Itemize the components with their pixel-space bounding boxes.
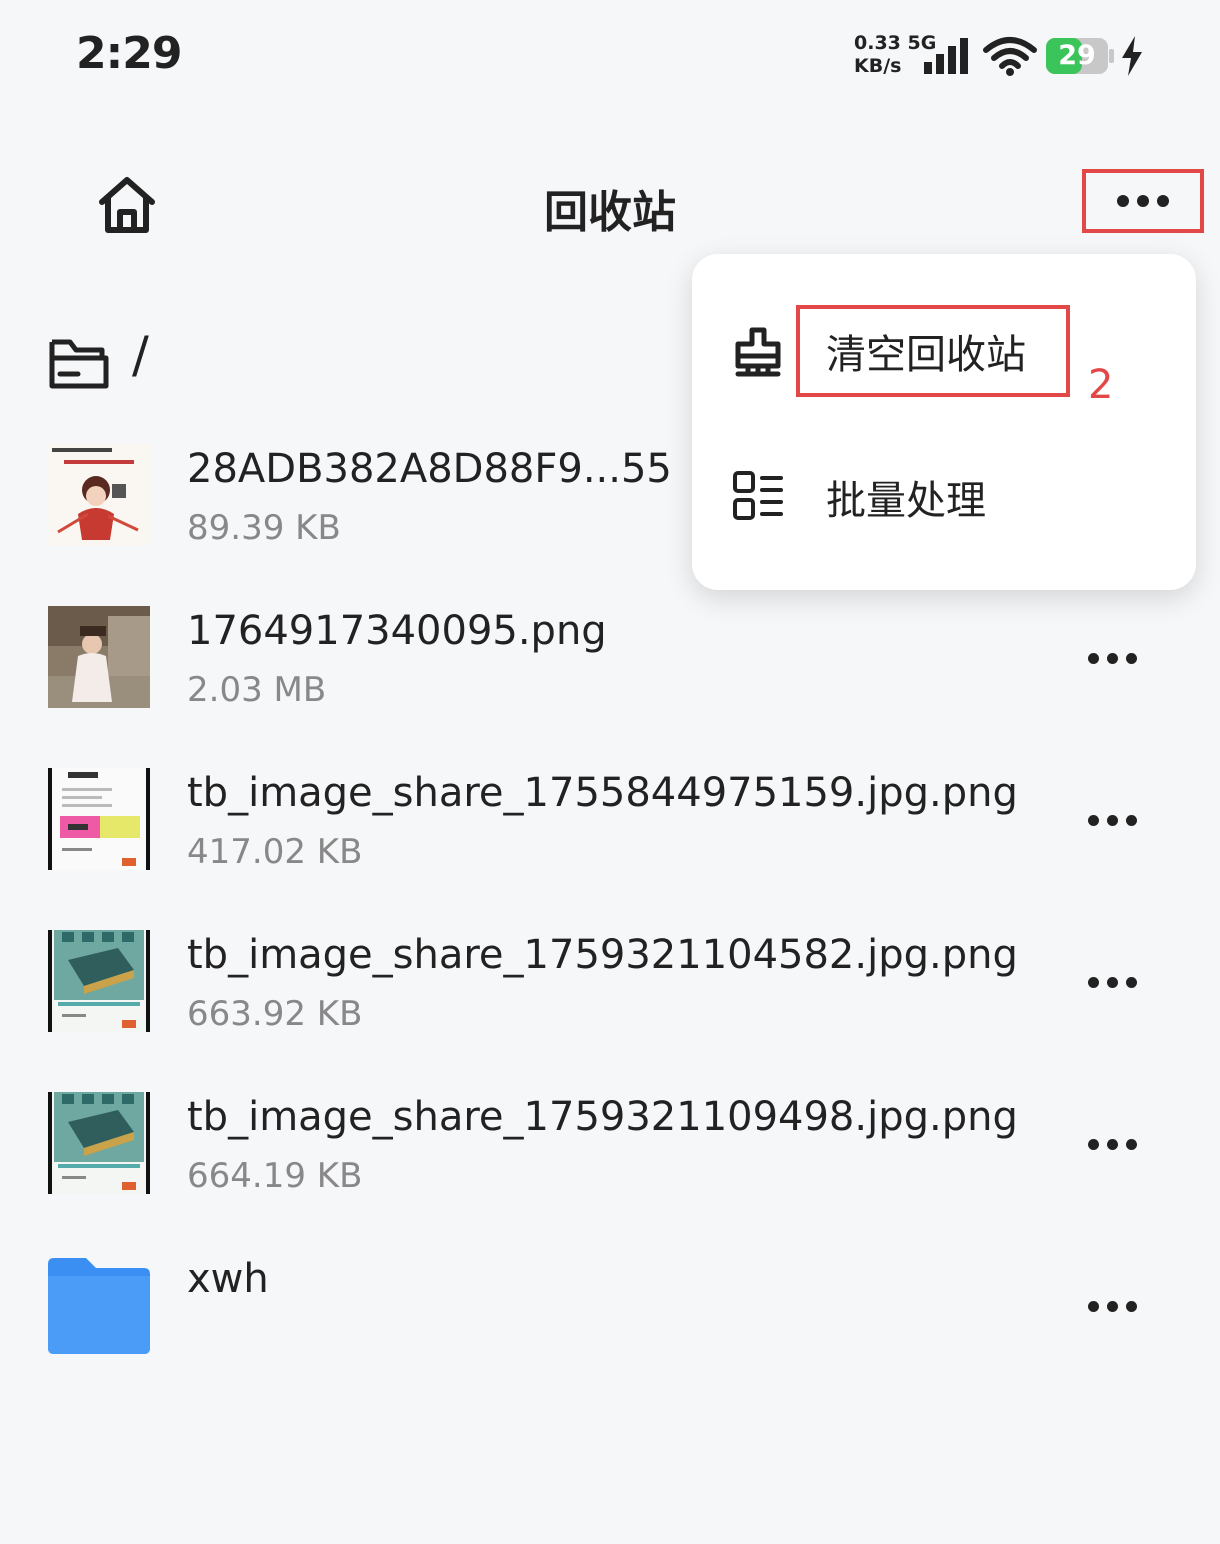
item-more-button[interactable] [1082,1122,1142,1166]
file-size: 89.39 KB [187,508,341,548]
net-speed-unit: KB/s [854,55,902,77]
more-dots-icon [1082,960,1142,1004]
menu-item-label: 批量处理 [826,478,986,524]
more-dots-icon [1086,173,1200,229]
signal-icon [924,38,968,74]
status-time: 2:29 [76,28,182,79]
file-size: 664.19 KB [187,1156,363,1196]
list-item[interactable]: tb_image_share_1755844975159.jpg.png 417… [0,768,1220,908]
item-more-button[interactable] [1082,960,1142,1004]
file-name: 28ADB382A8D88F9...55 [187,446,672,492]
file-thumbnail [48,768,150,870]
more-dots-icon [1082,636,1142,680]
folder-outline-icon [49,339,109,389]
list-item[interactable]: tb_image_share_1759321104582.jpg.png 663… [0,930,1220,1070]
list-item[interactable]: tb_image_share_1759321109498.jpg.png 664… [0,1092,1220,1232]
file-name: 1764917340095.png [187,608,607,654]
menu-item-batch-process[interactable]: 批量处理 [692,440,1196,550]
file-name: tb_image_share_1759321109498.jpg.png [187,1094,1018,1140]
list-item[interactable]: 1764917340095.png 2.03 MB [0,606,1220,746]
item-more-button[interactable] [1082,636,1142,680]
file-thumbnail [48,1092,150,1194]
more-dots-icon [1082,1122,1142,1166]
net-speed-value: 0.33 [854,32,901,54]
page-title: 回收站 [544,187,676,238]
list-item[interactable]: xwh [0,1254,1220,1394]
current-path[interactable]: / [132,326,149,384]
more-options-button[interactable] [1082,169,1204,233]
highlight-box [796,305,1070,397]
broom-icon [735,327,781,377]
file-size: 663.92 KB [187,994,363,1034]
annotation-number: 2 [1088,362,1114,408]
file-size: 417.02 KB [187,832,363,872]
more-dots-icon [1082,798,1142,842]
battery-level: 29 [1058,40,1096,71]
item-more-button[interactable] [1082,1284,1142,1328]
file-thumbnail [48,930,150,1032]
folder-name: xwh [187,1256,269,1302]
item-more-button[interactable] [1082,798,1142,842]
file-name: tb_image_share_1759321104582.jpg.png [187,932,1018,978]
charging-icon [1122,36,1142,76]
file-name: tb_image_share_1755844975159.jpg.png [187,770,1018,816]
folder-icon [48,1258,150,1354]
file-size: 2.03 MB [187,670,327,710]
list-icon [733,471,783,520]
more-dots-icon [1082,1284,1142,1328]
wifi-icon [983,37,1037,76]
options-menu: 清空回收站 2 批量处理 [692,254,1196,590]
file-thumbnail [48,606,150,708]
file-thumbnail [48,444,150,546]
battery-icon: 29 [1046,38,1114,74]
